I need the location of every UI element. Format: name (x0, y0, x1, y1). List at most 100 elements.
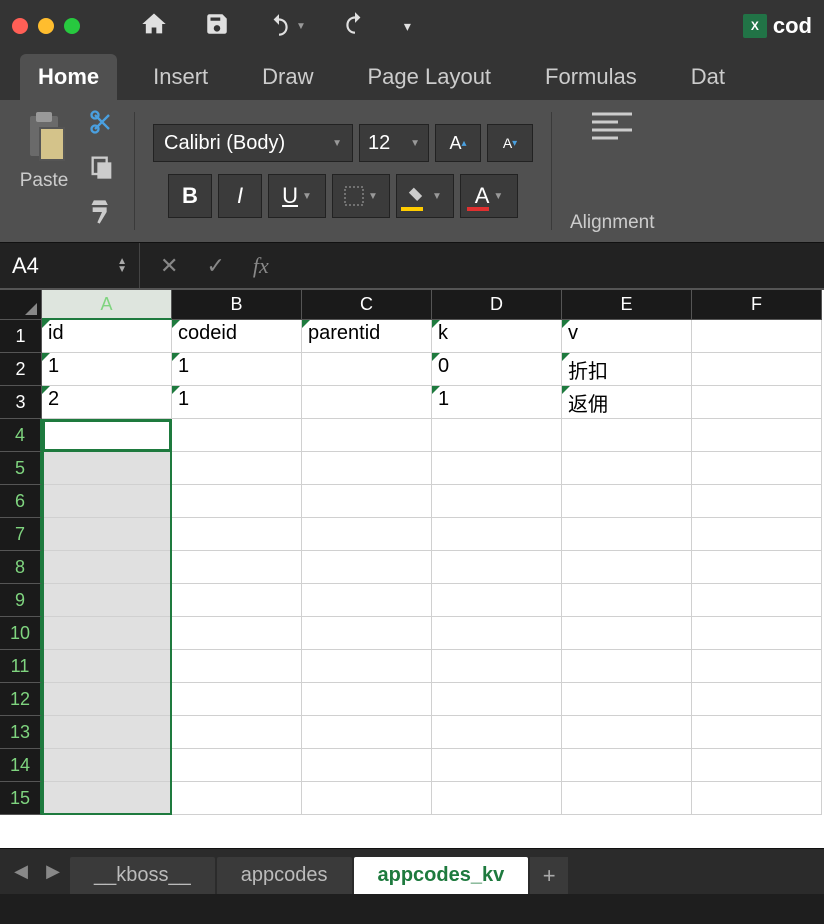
cell[interactable] (42, 650, 172, 683)
tab-data[interactable]: Dat (673, 54, 743, 100)
cell[interactable]: 0 (432, 353, 562, 386)
minimize-window-button[interactable] (38, 18, 54, 34)
cell[interactable] (432, 749, 562, 782)
format-painter-icon[interactable] (88, 198, 116, 231)
cell[interactable] (692, 518, 822, 551)
cell[interactable] (302, 749, 432, 782)
font-family-select[interactable]: Calibri (Body) ▼ (153, 124, 353, 162)
cell[interactable] (302, 782, 432, 815)
row-header[interactable]: 8 (0, 551, 42, 584)
cell[interactable] (172, 419, 302, 452)
cell[interactable] (172, 716, 302, 749)
cell[interactable]: k (432, 320, 562, 353)
cell[interactable]: 返佣 (562, 386, 692, 419)
cell[interactable] (302, 419, 432, 452)
cell[interactable] (172, 452, 302, 485)
cell[interactable] (302, 584, 432, 617)
cell[interactable] (172, 485, 302, 518)
cell[interactable] (432, 782, 562, 815)
grid-body[interactable]: 1idcodeidparentidkv2110折扣3211返佣456789101… (0, 320, 824, 848)
cell[interactable] (42, 782, 172, 815)
cell[interactable] (692, 419, 822, 452)
cell[interactable] (42, 419, 172, 452)
cell[interactable] (692, 452, 822, 485)
col-header-c[interactable]: C (302, 290, 432, 320)
cell[interactable] (302, 551, 432, 584)
cell[interactable] (172, 749, 302, 782)
col-header-f[interactable]: F (692, 290, 822, 320)
sheet-nav-prev[interactable]: ◀ (6, 857, 36, 887)
cell[interactable] (302, 650, 432, 683)
row-header[interactable]: 12 (0, 683, 42, 716)
decrease-font-button[interactable]: A▾ (487, 124, 533, 162)
cell[interactable] (432, 419, 562, 452)
cell[interactable] (692, 353, 822, 386)
cell[interactable] (302, 518, 432, 551)
border-button[interactable]: ▼ (332, 174, 390, 218)
cell[interactable] (432, 617, 562, 650)
cell[interactable] (562, 485, 692, 518)
col-header-b[interactable]: B (172, 290, 302, 320)
formula-input[interactable] (289, 243, 824, 288)
italic-button[interactable]: I (218, 174, 262, 218)
tab-home[interactable]: Home (20, 54, 117, 100)
cell[interactable] (562, 584, 692, 617)
cell[interactable] (302, 485, 432, 518)
cell[interactable] (692, 716, 822, 749)
increase-font-button[interactable]: A▴ (435, 124, 481, 162)
row-header[interactable]: 3 (0, 386, 42, 419)
cell[interactable] (42, 551, 172, 584)
cell[interactable] (302, 617, 432, 650)
cell[interactable] (692, 749, 822, 782)
cell[interactable] (432, 518, 562, 551)
cell[interactable]: 折扣 (562, 353, 692, 386)
font-size-select[interactable]: 12 ▼ (359, 124, 429, 162)
cell[interactable] (432, 650, 562, 683)
cell[interactable] (302, 683, 432, 716)
cell[interactable] (692, 320, 822, 353)
cell[interactable]: parentid (302, 320, 432, 353)
cell[interactable] (432, 683, 562, 716)
cell[interactable]: 1 (42, 353, 172, 386)
undo-icon[interactable]: ▼ (266, 13, 306, 39)
cell[interactable] (432, 485, 562, 518)
cell[interactable]: v (562, 320, 692, 353)
cell[interactable] (172, 584, 302, 617)
cell[interactable] (432, 584, 562, 617)
cell[interactable] (172, 518, 302, 551)
copy-icon[interactable] (88, 153, 116, 186)
cell[interactable] (42, 749, 172, 782)
cell[interactable] (692, 485, 822, 518)
sheet-nav-next[interactable]: ▶ (38, 857, 68, 887)
row-header[interactable]: 15 (0, 782, 42, 815)
row-header[interactable]: 5 (0, 452, 42, 485)
cell[interactable]: 1 (172, 353, 302, 386)
cell[interactable] (172, 782, 302, 815)
fx-icon[interactable]: fx (253, 253, 269, 279)
cell[interactable] (302, 716, 432, 749)
tab-formulas[interactable]: Formulas (527, 54, 655, 100)
col-header-d[interactable]: D (432, 290, 562, 320)
col-header-e[interactable]: E (562, 290, 692, 320)
cell[interactable] (42, 617, 172, 650)
cut-icon[interactable] (88, 108, 116, 141)
cell[interactable] (692, 617, 822, 650)
sheet-tab-appcodes[interactable]: appcodes (217, 857, 352, 895)
cell[interactable] (692, 584, 822, 617)
cell[interactable] (432, 551, 562, 584)
cell[interactable] (42, 518, 172, 551)
cell[interactable] (562, 419, 692, 452)
font-color-button[interactable]: A ▼ (460, 174, 518, 218)
cell[interactable] (302, 452, 432, 485)
row-header[interactable]: 13 (0, 716, 42, 749)
cell[interactable] (692, 386, 822, 419)
cell[interactable] (692, 782, 822, 815)
maximize-window-button[interactable] (64, 18, 80, 34)
cell[interactable] (172, 650, 302, 683)
row-header[interactable]: 10 (0, 617, 42, 650)
cell[interactable] (562, 518, 692, 551)
cell[interactable] (692, 551, 822, 584)
row-header[interactable]: 4 (0, 419, 42, 452)
cell[interactable]: 2 (42, 386, 172, 419)
cell[interactable] (302, 386, 432, 419)
